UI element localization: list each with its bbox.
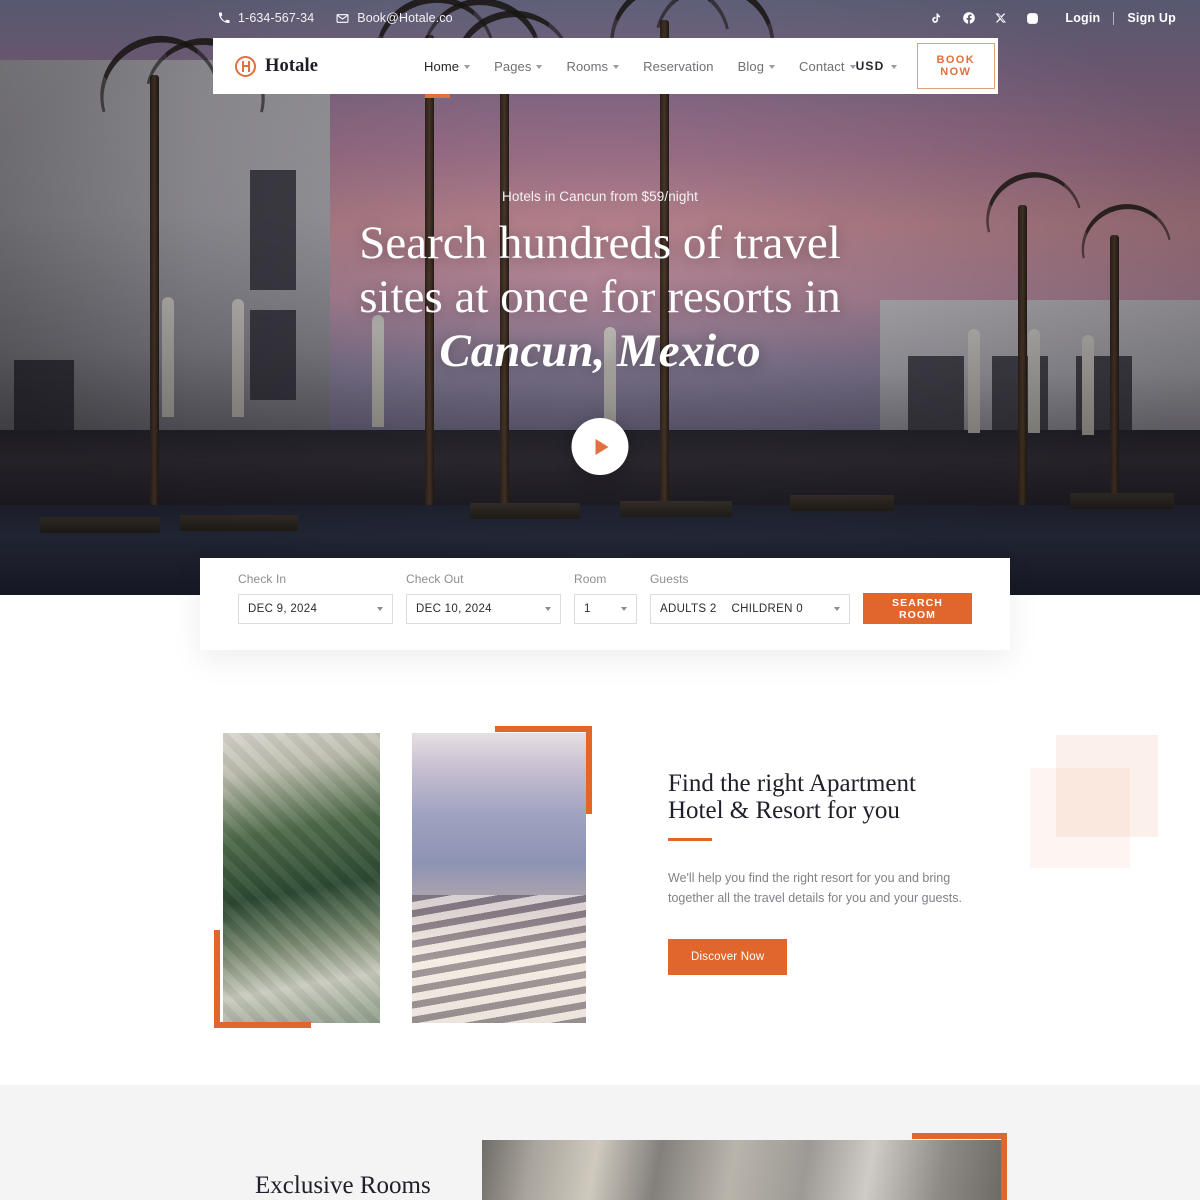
guests-label: Guests [650,572,689,586]
about-frame-bottom-left [214,930,311,1028]
x-twitter-icon[interactable] [993,11,1008,26]
about-title: Find the right Apartment Hotel & Resort … [668,770,1008,824]
checkin-select[interactable]: DEC 9, 2024 [238,594,393,624]
chevron-down-icon [464,64,471,69]
chevron-down-icon [834,607,840,611]
checkin-value: DEC 9, 2024 [248,603,318,615]
guests-field: Guests ADULTS 2 CHILDREN 0 [650,572,850,624]
chevron-down-icon [545,607,551,611]
about-title-line-1: Find the right Apartment [668,770,916,797]
currency-selector[interactable]: USD [856,59,897,73]
hero-title: Search hundreds of travel sites at once … [0,216,1200,378]
about-divider [668,838,712,841]
phone-number: 1-634-567-34 [238,11,315,25]
hero-section: 1-634-567-34 Book@Hotale.co Login Sign U… [0,0,1200,595]
chevron-down-icon [769,64,776,69]
auth-divider [1113,11,1115,25]
hotale-logo-icon [235,55,256,77]
discover-now-button[interactable]: Discover Now [668,939,788,975]
main-navbar: Hotale Home Pages Rooms Reservation Blog [213,38,998,94]
about-description: We'll help you find the right resort for… [668,871,962,905]
active-nav-indicator [425,94,450,98]
facebook-icon[interactable] [961,11,976,26]
nav-item-rooms[interactable]: Rooms [566,58,620,74]
about-title-line-2: Hotel & Resort for you [668,797,900,824]
email-contact[interactable]: Book@Hotale.co [336,11,453,25]
tiktok-icon[interactable] [929,11,944,26]
login-link[interactable]: Login [1065,11,1100,25]
nav-label-contact: Contact [799,58,845,74]
hero-title-line-1: Search hundreds of travel [359,217,841,269]
instagram-icon[interactable] [1025,11,1040,26]
checkout-field: Check Out DEC 10, 2024 [406,572,561,624]
signup-link[interactable]: Sign Up [1127,11,1176,25]
about-frame-top-right [495,726,592,814]
checkout-label: Check Out [406,572,464,586]
brand-logo[interactable]: Hotale [235,55,319,77]
nav-item-home[interactable]: Home [424,58,471,74]
phone-contact[interactable]: 1-634-567-34 [218,11,314,25]
nav-label-rooms: Rooms [566,58,609,74]
envelope-icon [336,12,349,25]
room-select[interactable]: 1 [574,594,637,624]
room-value: 1 [584,603,591,615]
room-label: Room [574,572,607,586]
play-icon [595,438,609,455]
nav-item-contact[interactable]: Contact [799,59,856,74]
hero-eyebrow: Hotels in Cancun from $59/night [502,189,698,204]
nav-label-reservation: Reservation [643,58,714,74]
chevron-down-icon [621,607,627,611]
guests-select[interactable]: ADULTS 2 CHILDREN 0 [650,594,850,624]
book-now-button[interactable]: BOOK NOW [916,43,996,89]
email-address: Book@Hotale.co [357,11,453,25]
checkout-value: DEC 10, 2024 [416,603,492,615]
brand-name: Hotale [265,55,319,76]
guests-children-value: CHILDREN 0 [731,603,803,615]
search-room-button[interactable]: SEARCH ROOM [863,593,972,624]
about-section [0,595,1200,1085]
room-field: Room 1 [574,572,637,624]
booking-search-bar: Check In DEC 9, 2024 Check Out DEC 10, 2… [200,558,1010,650]
checkin-field: Check In DEC 9, 2024 [238,572,393,624]
nav-item-reservation[interactable]: Reservation [643,59,713,74]
guests-adults-value: ADULTS 2 [660,603,717,615]
chevron-down-icon [890,64,897,69]
chevron-down-icon [613,64,620,69]
phone-icon [218,12,230,24]
decor-square-small [1030,768,1130,868]
currency-value: USD [855,59,885,73]
chevron-down-icon [377,607,383,611]
top-bar: 1-634-567-34 Book@Hotale.co Login Sign U… [0,0,1200,36]
exclusive-rooms-title: Exclusive Rooms [255,1172,431,1199]
nav-item-blog[interactable]: Blog [737,58,776,74]
play-video-button[interactable] [571,418,629,475]
nav-label-pages: Pages [494,58,532,74]
checkin-label: Check In [238,572,287,586]
nav-item-pages[interactable]: Pages [494,58,543,74]
nav-label-blog: Blog [737,58,765,74]
exclusive-rooms-frame [912,1133,1007,1200]
nav-links: Home Pages Rooms Reservation Blog Contac… [424,59,856,74]
nav-label-home: Home [424,58,460,74]
hero-title-line-2: sites at once for resorts in [359,271,841,323]
hero-title-line-3: Cancun, Mexico [439,325,761,377]
chevron-down-icon [536,64,543,69]
checkout-select[interactable]: DEC 10, 2024 [406,594,561,624]
